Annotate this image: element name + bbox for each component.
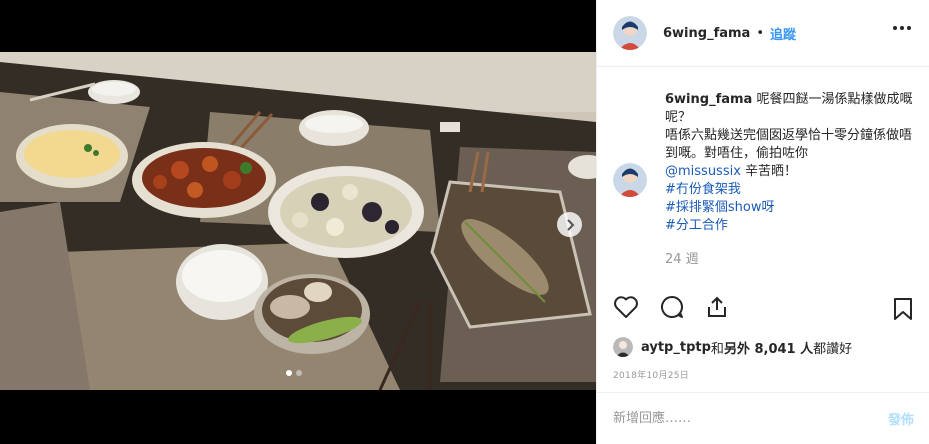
caption-line2: 唔係六點幾送完個囡返學恰十零分鐘係做唔到嘅。對唔住，偷拍咗你 [665,128,913,161]
share-icon[interactable] [705,295,729,319]
caption-text: 6wing_fama 呢餐四餸一湯係點樣做成嘅呢？ 唔係六點幾送完個囡返學恰十零… [665,91,913,269]
more-options-icon[interactable] [893,26,911,30]
likes-others[interactable]: 另外 8,041 人 [724,338,813,357]
post-header: 6wing_fama • 追蹤 [597,0,929,67]
caption-mention[interactable]: @missussix [665,164,741,179]
caption-avatar[interactable] [613,163,647,197]
author-avatar[interactable] [613,16,647,50]
follow-button[interactable]: 追蹤 [770,24,796,43]
header-separator: • [756,25,764,41]
caption: 6wing_fama 呢餐四餸一湯係點樣做成嘅呢？ 唔係六點幾送完個囡返學恰十零… [613,91,913,269]
hashtag-link[interactable]: #採排緊個show呀 [665,199,913,217]
comments-section: 6wing_fama 呢餐四餸一湯係點樣做成嘅呢？ 唔係六點幾送完個囡返學恰十零… [597,67,929,283]
post-comment-button[interactable]: 發佈 [888,409,914,428]
next-slide-button[interactable] [557,212,582,237]
carousel-dot-active [286,370,292,376]
caption-username[interactable]: 6wing_fama [665,92,752,107]
liker-avatar[interactable] [613,337,633,357]
caption-after-mention: 辛苦晒！ [740,164,798,179]
comment-bubble-icon[interactable] [659,295,685,319]
bookmark-icon[interactable] [893,297,913,321]
likes-summary: aytp_tptp 和 另外 8,041 人 都讚好 [613,337,852,357]
liker-username[interactable]: aytp_tptp [641,340,711,355]
post-side-panel: 6wing_fama • 追蹤 6wing_fama 呢餐四餸一湯係點樣做成嘅呢… [596,0,929,444]
hashtag-link[interactable]: #分工合作 [665,217,913,235]
post-date: 2018年10月25日 [613,371,690,381]
likes-connector: 和 [710,341,724,357]
add-comment-bar: 發佈 [597,392,929,444]
action-bar [613,295,729,319]
hashtag-link[interactable]: #冇份食架我 [665,181,913,199]
likes-suffix: 都讚好 [813,341,853,357]
food-photo[interactable] [0,52,596,390]
heart-icon[interactable] [613,295,639,319]
comment-input[interactable] [613,411,888,426]
carousel-indicator [286,370,302,376]
comment-age: 24 週 [665,252,699,267]
post-media [0,0,596,444]
chevron-right-icon [566,218,574,231]
carousel-dot [296,370,302,376]
author-username[interactable]: 6wing_fama [663,26,750,41]
